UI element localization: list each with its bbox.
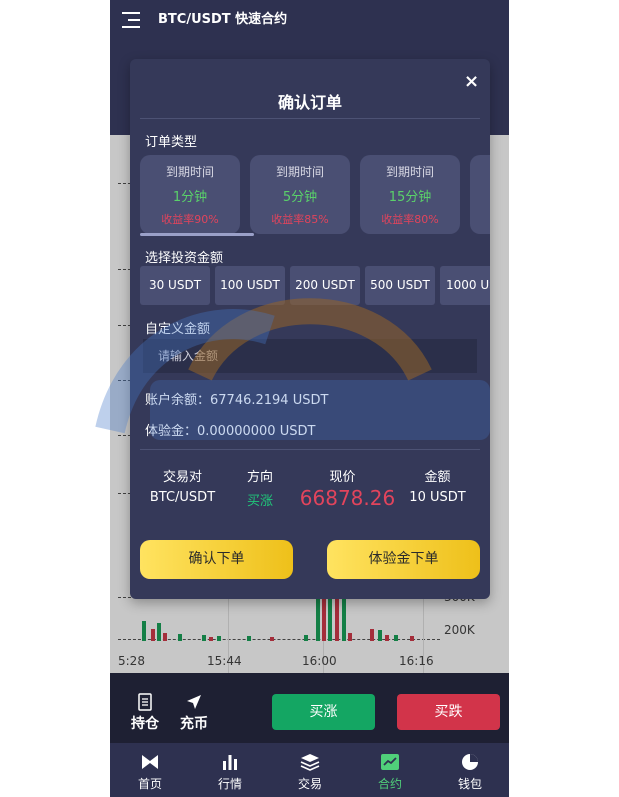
custom-amount-label: 自定义金额 [145,322,211,337]
buy-up-button[interactable]: 买涨 [272,694,375,730]
modal-title: 确认订单 [277,93,342,112]
expiry-label: 到期时间 [165,165,214,179]
expiry-duration: 1分钟 [172,190,208,205]
tab-label: 行情 [217,777,242,791]
scroll-indicator [140,233,254,236]
divider [140,118,480,119]
expiry-card-more[interactable] [470,155,490,234]
expiry-yield: 收益率80% [381,213,439,226]
send-icon [187,695,201,709]
col-direction-header: 方向 [246,470,273,485]
order-price: 66878.26 [299,486,396,510]
account-balance: 账户余额：67746.2194 USDT [145,393,329,408]
buy-down-button[interactable]: 买跌 [397,694,500,730]
custom-amount-input[interactable] [143,339,477,373]
confirm-order-button[interactable]: 确认下单 [140,540,293,579]
phone-screen: BTC/USDT 快速合约 300K 2 [110,0,509,797]
deposit-button[interactable]: 充币 [179,693,209,733]
tab-label: 合约 [377,777,402,791]
positions-icon [138,693,152,711]
order-amount: 10 USDT [409,490,466,505]
expiry-card-1min[interactable]: 到期时间 1分钟 收益率90% [140,155,240,234]
tab-label: 钱包 [457,777,482,791]
trade-toolbar: 持仓 充币 买涨 买跌 [110,673,509,743]
contract-icon [381,754,399,770]
confirm-order-modal: 确认订单 × 订单类型 到期时间 1分钟 收益率90% 到期时间 5分钟 收益率… [130,59,490,599]
positions-button[interactable]: 持仓 [130,693,160,733]
bottom-nav: 首页 行情 交易 合约 钱包 [110,743,509,797]
tab-home[interactable]: 首页 [110,743,190,797]
tab-wallet[interactable]: 钱包 [430,743,509,797]
page-title: BTC/USDT 快速合约 [158,12,288,27]
amount-option[interactable]: 200 USDT [290,266,360,305]
tab-market[interactable]: 行情 [190,743,270,797]
order-pair: BTC/USDT [149,490,216,505]
tab-contract[interactable]: 合约 [350,743,430,797]
order-direction: 买涨 [246,494,273,509]
col-pair-header: 交易对 [162,470,202,485]
divider [140,449,480,450]
col-amount-header: 金额 [424,470,451,485]
deposit-label: 充币 [180,716,208,732]
order-type-label: 订单类型 [145,135,198,150]
home-icon [142,755,158,769]
menu-icon[interactable] [122,12,140,28]
trade-icon [300,754,320,771]
tab-trade[interactable]: 交易 [270,743,350,797]
tab-label: 交易 [297,777,322,791]
close-icon[interactable]: × [464,71,479,92]
amount-option[interactable]: 500 USDT [365,266,435,305]
expiry-yield: 收益率85% [271,213,329,226]
amount-option[interactable]: 1000 USDT [440,266,490,305]
expiry-label: 到期时间 [385,165,434,179]
expiry-yield: 收益率90% [161,213,219,226]
positions-label: 持仓 [131,716,159,732]
expiry-label: 到期时间 [275,165,324,179]
tab-label: 首页 [137,777,162,791]
expiry-duration: 15分钟 [388,190,432,205]
trial-balance: 体验金：0.00000000 USDT [145,424,316,439]
expiry-card-5min[interactable]: 到期时间 5分钟 收益率85% [250,155,350,234]
expiry-card-15min[interactable]: 到期时间 15分钟 收益率80% [360,155,460,234]
col-price-header: 现价 [329,470,356,485]
amount-option[interactable]: 100 USDT [215,266,285,305]
trial-order-button[interactable]: 体验金下单 [327,540,480,579]
expiry-duration: 5分钟 [282,190,318,205]
amount-option[interactable]: 30 USDT [140,266,210,305]
amount-label: 选择投资金额 [145,251,224,266]
wallet-icon [462,754,478,770]
market-icon [223,755,237,770]
